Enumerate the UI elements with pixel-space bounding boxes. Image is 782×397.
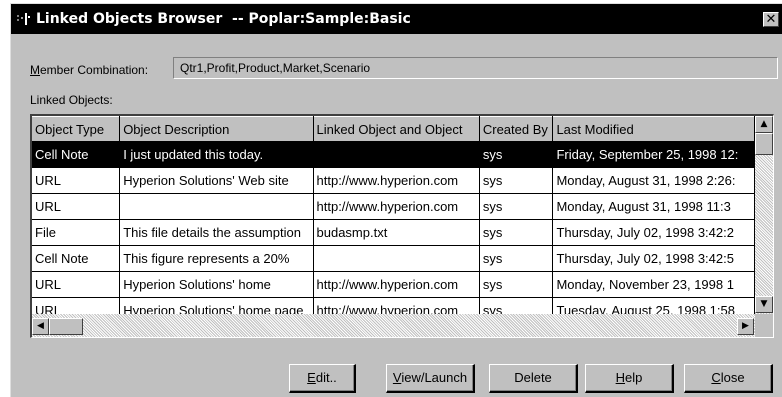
cell-object-description: Hyperion Solutions' home page <box>119 297 314 314</box>
cell-created-by: sys <box>479 271 554 298</box>
cell-last-modified: Thursday, July 02, 1998 3:42:2 <box>552 219 755 246</box>
cell-last-modified: Tuesday, August 25, 1998 1:58 <box>552 297 755 314</box>
cell-last-modified: Friday, September 25, 1998 12: <box>552 141 755 168</box>
cell-object-description <box>119 193 314 220</box>
header-row: Object Type Object Description Linked Ob… <box>32 116 755 142</box>
close-window-icon[interactable]: ✕ <box>763 12 779 27</box>
scroll-left-icon[interactable]: ◀ <box>32 318 49 335</box>
cell-object-type: URL <box>32 167 121 194</box>
cell-object-type: Cell Note <box>32 245 121 272</box>
cell-object-description: Hyperion Solutions' Web site <box>119 167 314 194</box>
cell-last-modified: Monday, November 23, 1998 1 <box>552 271 755 298</box>
horizontal-scrollbar[interactable]: ◀ ▶ <box>32 314 755 337</box>
grid-viewport: Object Type Object Description Linked Ob… <box>32 116 755 314</box>
scroll-up-icon[interactable]: ▲ <box>755 116 773 133</box>
cell-linked-object: budasmp.txt <box>313 219 480 246</box>
cell-last-modified: Monday, August 31, 1998 2:26: <box>552 167 755 194</box>
linked-objects-grid: Object Type Object Description Linked Ob… <box>30 114 774 338</box>
scroll-right-icon[interactable]: ▶ <box>737 318 754 335</box>
cell-last-modified: Monday, August 31, 1998 11:3 <box>552 193 755 220</box>
cell-object-type: File <box>32 219 121 246</box>
cell-linked-object: http://www.hyperion.com <box>313 297 480 314</box>
cell-object-description: Hyperion Solutions' home <box>119 271 314 298</box>
cell-created-by: sys <box>479 297 554 314</box>
linked-objects-table: Object Type Object Description Linked Ob… <box>32 116 755 314</box>
cell-linked-object: http://www.hyperion.com <box>313 193 480 220</box>
cell-linked-object <box>313 141 480 168</box>
member-combination-label: Member Combination: <box>30 63 149 77</box>
table-row[interactable]: URL Hyperion Solutions' home http://www.… <box>32 271 755 298</box>
cell-created-by: sys <box>479 245 554 272</box>
cell-linked-object: http://www.hyperion.com <box>313 167 480 194</box>
column-header-created-by[interactable]: Created By <box>479 116 554 142</box>
cell-linked-object: http://www.hyperion.com <box>313 271 480 298</box>
vertical-scrollbar[interactable]: ▲ ▼ <box>755 116 773 314</box>
cell-object-type: URL <box>32 271 121 298</box>
table-row[interactable]: Cell Note This figure represents a 20% s… <box>32 245 755 272</box>
column-header-last-modified[interactable]: Last Modified <box>552 116 755 142</box>
cell-linked-object <box>313 245 480 272</box>
member-combination-field: Qtr1,Profit,Product,Market,Scenario <box>173 57 778 79</box>
cell-created-by: sys <box>479 193 554 220</box>
cell-object-type: URL <box>32 297 121 314</box>
horizontal-scroll-thumb[interactable] <box>49 318 83 335</box>
cell-object-type: Cell Note <box>32 141 121 168</box>
title-bar[interactable]: Linked Objects Browser -- Poplar:Sample:… <box>11 4 782 34</box>
cell-created-by: sys <box>479 167 554 194</box>
linked-objects-label: Linked Objects: <box>30 93 113 107</box>
table-row[interactable]: URL Hyperion Solutions' home page http:/… <box>32 297 755 314</box>
column-header-object-description[interactable]: Object Description <box>119 116 314 142</box>
table-row[interactable]: Cell Note I just updated this today. sys… <box>32 141 755 168</box>
table-row[interactable]: URL http://www.hyperion.com sys Monday, … <box>32 193 755 220</box>
table-row[interactable]: URL Hyperion Solutions' Web site http://… <box>32 167 755 194</box>
cell-object-description: I just updated this today. <box>119 141 314 168</box>
cell-created-by: sys <box>479 141 554 168</box>
scroll-down-icon[interactable]: ▼ <box>755 296 773 313</box>
vertical-scroll-thumb[interactable] <box>755 133 773 155</box>
app-icon <box>17 13 30 25</box>
edit-button[interactable]: Edit.. <box>289 364 356 393</box>
column-header-linked-object[interactable]: Linked Object and Object <box>313 116 480 142</box>
cell-created-by: sys <box>479 219 554 246</box>
close-button[interactable]: Close <box>684 364 773 393</box>
cell-object-description: This figure represents a 20% <box>119 245 314 272</box>
delete-button[interactable]: Delete <box>489 364 578 393</box>
scrollbar-corner <box>755 314 773 337</box>
linked-objects-window: Linked Objects Browser -- Poplar:Sample:… <box>10 3 782 397</box>
column-header-object-type[interactable]: Object Type <box>32 116 121 142</box>
cell-object-type: URL <box>32 193 121 220</box>
cell-last-modified: Thursday, July 02, 1998 3:42:5 <box>552 245 755 272</box>
window-title: Linked Objects Browser -- Poplar:Sample:… <box>36 11 411 27</box>
view-launch-button[interactable]: View/Launch <box>386 364 475 393</box>
help-button[interactable]: Help <box>585 364 674 393</box>
cell-object-description: This file details the assumption <box>119 219 314 246</box>
table-row[interactable]: File This file details the assumption bu… <box>32 219 755 246</box>
